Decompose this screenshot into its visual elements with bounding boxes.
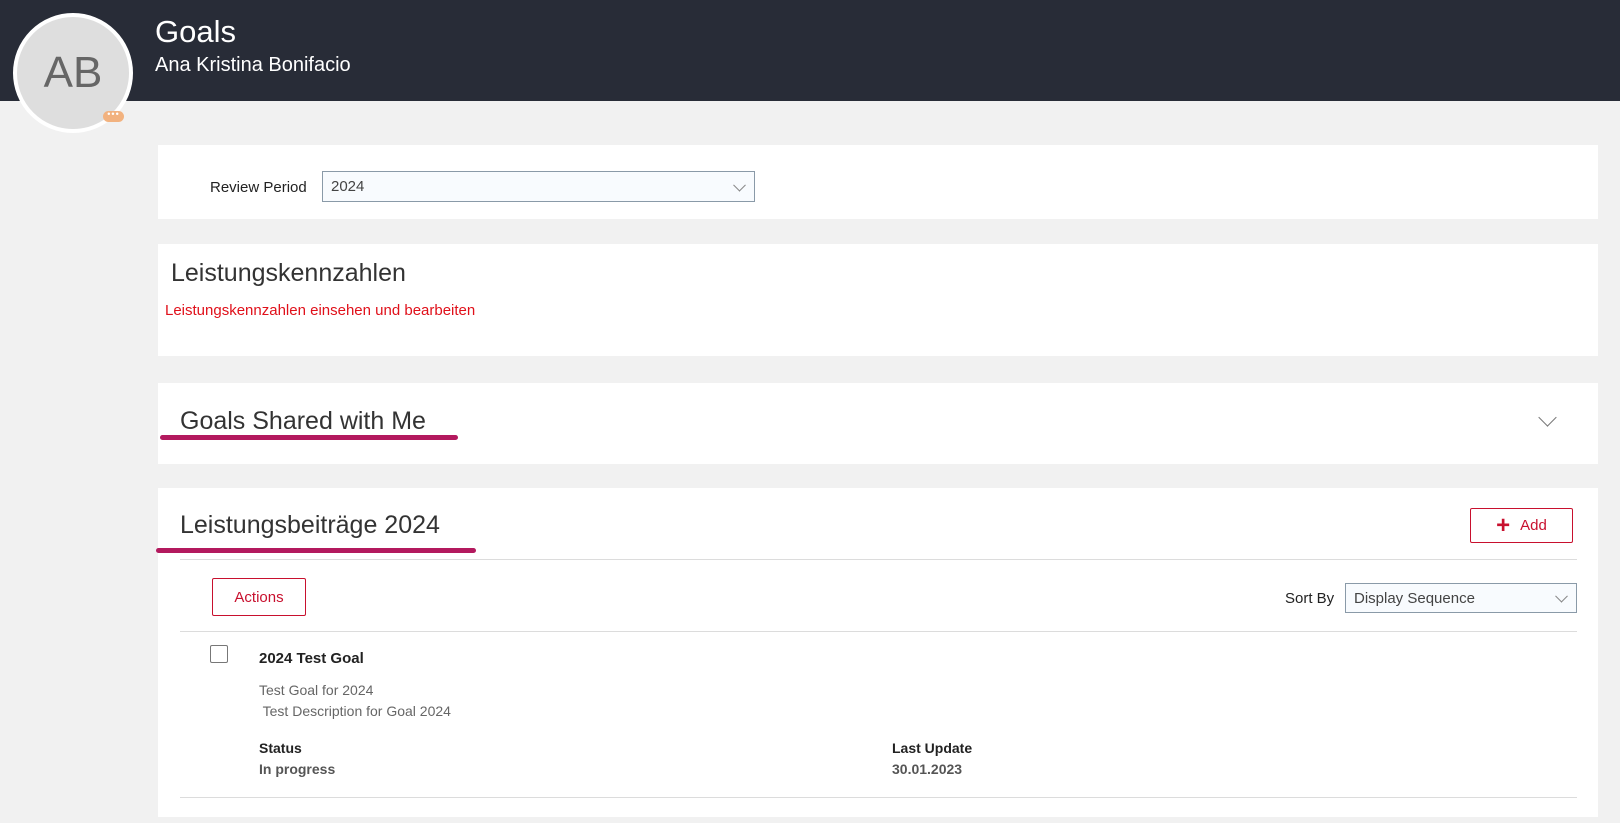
goal-description: Test Description for Goal 2024 — [259, 703, 451, 719]
review-period-select[interactable]: 2024 — [322, 171, 755, 202]
kpi-title: Leistungskennzahlen — [171, 259, 406, 287]
last-update-label: Last Update — [892, 740, 973, 756]
annotation-underline — [160, 435, 458, 440]
review-period-value: 2024 — [331, 178, 365, 195]
review-period-card: Review Period 2024 — [158, 145, 1598, 219]
avatar-initials: AB — [43, 48, 103, 97]
review-period-label: Review Period — [210, 179, 307, 196]
contributions-title: Leistungsbeiträge 2024 — [180, 511, 440, 539]
contributions-card: Leistungsbeiträge 2024 + Add Actions Sor… — [156, 488, 1598, 817]
goal-checkbox[interactable] — [210, 645, 228, 663]
status-value: In progress — [259, 761, 336, 777]
person-name: Ana Kristina Bonifacio — [155, 54, 351, 76]
kpi-link[interactable]: Leistungskennzahlen einsehen und bearbei… — [165, 302, 475, 319]
divider — [180, 631, 1577, 632]
kpi-card: Leistungskennzahlen Leistungskennzahlen … — [158, 244, 1598, 356]
chevron-down-icon — [733, 178, 746, 192]
status-label: Status — [259, 740, 302, 756]
add-button[interactable]: + Add — [1470, 508, 1573, 543]
sort-by-label: Sort By — [1285, 590, 1335, 607]
goal-summary: Test Goal for 2024 — [259, 682, 374, 698]
actions-button[interactable]: Actions — [212, 578, 306, 616]
sort-by-value: Display Sequence — [1354, 589, 1475, 607]
shared-goals-title: Goals Shared with Me — [180, 407, 426, 435]
shared-goals-card[interactable]: Goals Shared with Me — [158, 383, 1598, 464]
divider — [180, 559, 1577, 560]
goal-name[interactable]: 2024 Test Goal — [259, 650, 364, 667]
expand-chevron-icon[interactable] — [1538, 408, 1557, 427]
add-label: Add — [1520, 517, 1547, 534]
sort-by-select[interactable]: Display Sequence — [1345, 583, 1577, 613]
page-title: Goals — [155, 14, 236, 49]
more-options-icon[interactable]: ••• — [103, 110, 124, 122]
chevron-down-icon — [1555, 589, 1568, 603]
plus-icon: + — [1496, 511, 1511, 539]
divider — [180, 797, 1577, 798]
page-header: Goals Ana Kristina Bonifacio — [0, 0, 1620, 101]
annotation-underline — [156, 548, 476, 553]
last-update-value: 30.01.2023 — [892, 761, 963, 777]
